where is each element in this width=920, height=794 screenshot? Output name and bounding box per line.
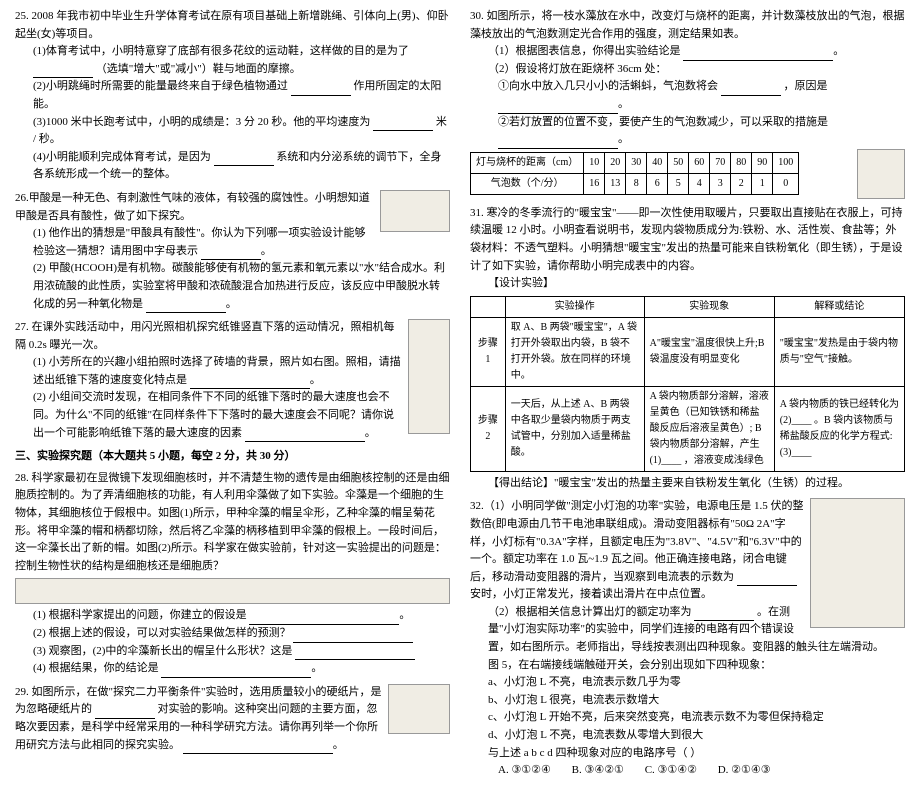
q25-1: (1)体育考试中，小明特意穿了底部有很多花纹的运动鞋，这样做的目的是为了 （选填… [15, 43, 450, 78]
q25-4: (4)小明能顺利完成体育考试，是因为 系统和内分泌系统的调节下，全身各系统形成一… [15, 149, 450, 184]
q26-2-blank[interactable] [146, 302, 226, 313]
q28-stem: 28. 科学家最初在显微镜下发现细胞核时，并不清楚生物的遗传是由细胞核控制的还是… [15, 470, 450, 576]
q32-prompt: 与上述 a b c d 四种现象对应的电路序号（ ） [470, 745, 905, 763]
choice-b[interactable]: B. ③④②① [572, 764, 624, 776]
q29: 29. 如图所示，在做"探究二力平衡条件"实验时，选用质量较小的硬纸片，是为忽略… [15, 684, 450, 754]
q28-4-blank[interactable] [161, 667, 311, 678]
q25-stem: 25. 2008 年我市初中毕业生升学体育考试在原有项目基础上新增跳绳、引体向上… [15, 8, 450, 43]
choice-a[interactable]: A. ③①②④ [498, 764, 551, 776]
q25-2-blank[interactable] [291, 85, 351, 96]
choice-c[interactable]: C. ③①④② [645, 764, 697, 776]
q30-2b: ②若灯放置的位置不变，要使产生的气泡数减少，可以采取的措施是 。 [470, 114, 905, 149]
q32-opt-d: d、小灯泡 L 不亮，电流表数从零增大到很大 [470, 727, 905, 745]
q28-1-blank[interactable] [249, 614, 399, 625]
q32-1-blank[interactable] [737, 575, 797, 586]
q25-4-blank[interactable] [214, 155, 274, 166]
q29-blank1[interactable] [95, 708, 155, 719]
q25-3: (3)1000 米中长跑考试中，小明的成绩是：3 分 20 秒。他的平均速度为 … [15, 114, 450, 149]
q25-2: (2)小明跳绳时所需要的能量最终来自于绿色植物通过 作用所固定的太阳能。 [15, 78, 450, 113]
left-column: 25. 2008 年我市初中毕业生升学体育考试在原有项目基础上新增跳绳、引体向上… [15, 8, 450, 786]
q28-4: (4) 根据结果，你的结论是 。 [15, 660, 450, 678]
q28-3-blank[interactable] [295, 649, 415, 660]
q31-conclusion: 【得出结论】"暖宝宝"发出的热量主要来自铁粉发生氧化（生锈）的过程。 [470, 475, 905, 493]
q30-2a: ①向水中放入几只小小的活蝌蚪，气泡数将会 ，原因是 。 [470, 78, 905, 113]
q28-1: (1) 根据科学家提出的问题，你建立的假设是 。 [15, 607, 450, 625]
q27-1-blank[interactable] [190, 378, 310, 389]
q27: 27. 在课外实践活动中，用闪光照相机探究纸锥竖直下落的运动情况，照相机每隔 0… [15, 319, 450, 442]
q32-figure [810, 498, 905, 628]
q29-figure [388, 684, 450, 734]
choice-d[interactable]: D. ②①④③ [718, 764, 771, 776]
q30-1: （1）根据图表信息，你得出实验结论是 。 [470, 43, 905, 61]
q31-table: 实验操作 实验现象 解释或结论 步骤 1 取 A、B 两袋"暖宝宝"，A 袋打开… [470, 296, 905, 472]
q27-figure [408, 319, 450, 434]
q27-2-blank[interactable] [245, 431, 365, 442]
section-3-title: 三、实验探究题（本大题共 5 小题，每空 2 分，共 30 分） [15, 448, 450, 466]
q26: 26.甲酸是一种无色、有刺激性气味的液体，有较强的腐蚀性。小明想知道甲酸是否具有… [15, 190, 450, 313]
table-row: 步骤 2 一天后，从上述 A、B 两袋中各取少量袋内物质于两支试管中，分别加入适… [471, 386, 905, 471]
q28-3: (3) 观察图，(2)中的伞藻新长出的帽呈什么形状？这是 [15, 643, 450, 661]
q25: 25. 2008 年我市初中毕业生升学体育考试在原有项目基础上新增跳绳、引体向上… [15, 8, 450, 184]
q27-1: (1) 小芳所在的兴趣小组拍照时选择了砖墙的背景，照片如右图。照相，请描述出纸锥… [15, 354, 450, 389]
q30-2a-blank2[interactable] [498, 103, 618, 114]
q28: 28. 科学家最初在显微镜下发现细胞核时，并不清楚生物的遗传是由细胞核控制的还是… [15, 470, 450, 678]
q25-3-blank[interactable] [373, 120, 433, 131]
q30: 30. 如图所示，将一枝水藻放在水中，改变灯与烧杯的距离，并计数藻枝放出的气泡，… [470, 8, 905, 199]
q32-3a: 图 5，在右端接线端触碰开关，会分别出现如下四种现象： [470, 657, 905, 675]
q31-design-label: 【设计实验】 [470, 275, 905, 293]
right-column: 30. 如图所示，将一枝水藻放在水中，改变灯与烧杯的距离，并计数藻枝放出的气泡，… [470, 8, 905, 786]
table-row: 气泡数（个/分） 16 13 8 6 5 4 3 2 1 0 [471, 173, 799, 194]
q28-figure [15, 578, 450, 604]
q26-figure [380, 190, 450, 232]
q25-1-blank[interactable] [33, 67, 93, 78]
q31-stem: 31. 寒冷的冬季流行的"暖宝宝"——即一次性使用取暖片，只要取出直接贴在衣服上… [470, 205, 905, 275]
q30-table: 灯与烧杯的距离（cm） 10 20 30 40 50 60 70 80 90 1… [470, 152, 799, 195]
q31: 31. 寒冷的冬季流行的"暖宝宝"——即一次性使用取暖片，只要取出直接贴在衣服上… [470, 205, 905, 493]
q30-figure [857, 149, 905, 199]
table-row: 实验操作 实验现象 解释或结论 [471, 296, 905, 317]
table-row: 灯与烧杯的距离（cm） 10 20 30 40 50 60 70 80 90 1… [471, 152, 799, 173]
q28-2: (2) 根据上述的假设，可以对实验结果做怎样的预测？ [15, 625, 450, 643]
q26-2: (2) 甲酸(HCOOH)是有机物。碳酸能够使有机物的氢元素和氧元素以"水"结合… [15, 260, 450, 313]
q32-choices: A. ③①②④ B. ③④②① C. ③①④② D. ②①④③ [470, 762, 905, 780]
q32-opt-b: b、小灯泡 L 很亮，电流表示数增大 [470, 692, 905, 710]
q28-2-blank[interactable] [293, 632, 413, 643]
q32: 32.（1）小明同学做"测定小灯泡的功率"实验，电源电压是 1.5 伏的整数倍(… [470, 498, 905, 780]
q26-1-blank[interactable] [201, 249, 261, 260]
q30-1-blank[interactable] [683, 50, 833, 61]
q32-2-blank[interactable] [694, 610, 754, 621]
q30-2a-blank1[interactable] [721, 85, 781, 96]
q27-stem: 27. 在课外实践活动中，用闪光照相机探究纸锥竖直下落的运动情况，照相机每隔 0… [15, 319, 450, 354]
q30-2b-blank[interactable] [498, 138, 618, 149]
q30-2: （2）假设将灯放在距烧杯 36cm 处： [470, 61, 905, 79]
q32-opt-c: c、小灯泡 L 开始不亮，后来突然变亮，电流表示数不为零但保持稳定 [470, 709, 905, 727]
q29-blank2[interactable] [183, 743, 333, 754]
q27-2: (2) 小组间交流时发现，在相同条件下不同的纸锥下落时的最大速度也会不同。为什么… [15, 389, 450, 442]
table-row: 步骤 1 取 A、B 两袋"暖宝宝"，A 袋打开外袋取出内袋，B 袋不打开外袋。… [471, 317, 905, 386]
q30-stem: 30. 如图所示，将一枝水藻放在水中，改变灯与烧杯的距离，并计数藻枝放出的气泡，… [470, 8, 905, 43]
q32-opt-a: a、小灯泡 L 不亮，电流表示数几乎为零 [470, 674, 905, 692]
